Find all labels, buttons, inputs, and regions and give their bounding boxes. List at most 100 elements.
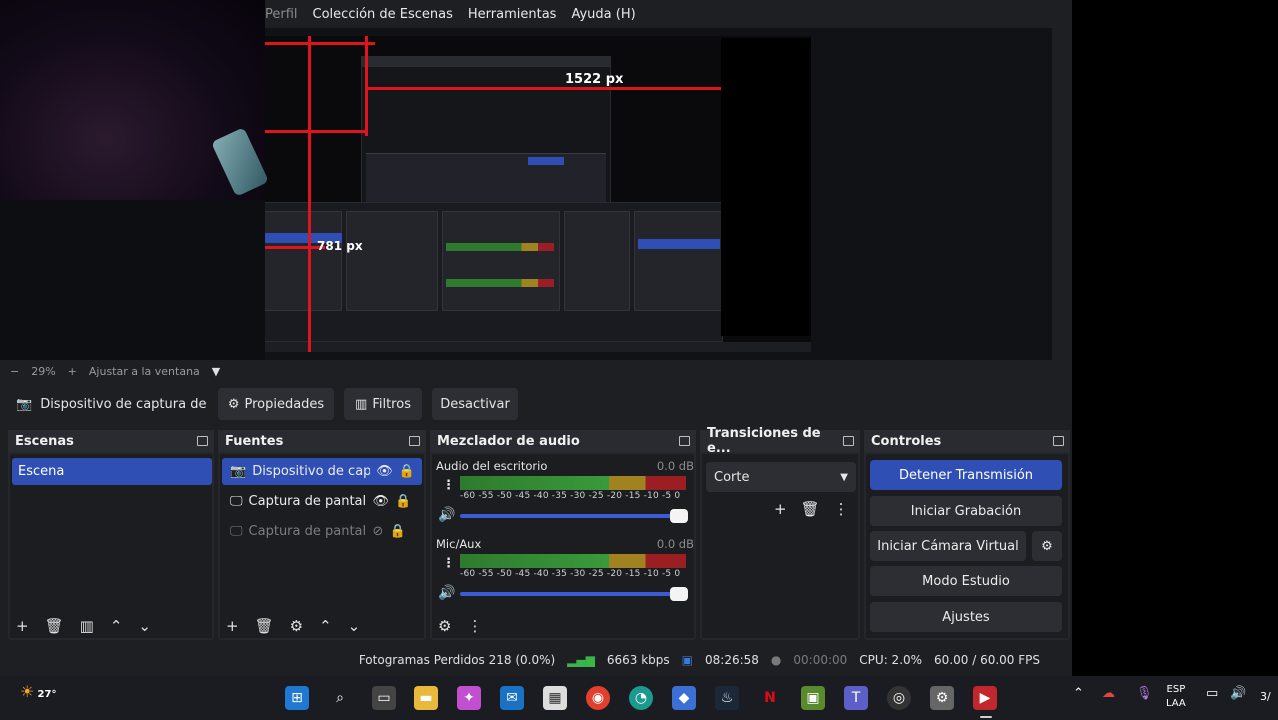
camera-icon: 📷: [230, 464, 247, 479]
undock-icon[interactable]: [843, 436, 854, 446]
source-label: Captura de pantalla: [248, 524, 367, 539]
undock-icon[interactable]: [197, 436, 208, 446]
advanced-audio-icon[interactable]: ⚙: [438, 617, 451, 635]
filter-icon[interactable]: ▥: [80, 617, 94, 635]
zoom-out-button[interactable]: −: [10, 365, 19, 378]
lock-icon[interactable]: 🔒: [399, 464, 415, 479]
source-item[interactable]: 🖵 Captura de pantalla 👁 🔒: [222, 488, 422, 515]
teams-icon[interactable]: T: [844, 686, 868, 710]
task-view-icon[interactable]: ▭: [372, 686, 396, 710]
windows-start-icon[interactable]: ⊞: [285, 686, 309, 710]
transition-select[interactable]: Corte ▼: [706, 462, 856, 492]
rec-icon: ●: [770, 653, 782, 667]
preview-area[interactable]: 1522 px 781 px: [265, 28, 1052, 360]
mail-icon[interactable]: ✉: [500, 686, 524, 710]
store-icon[interactable]: ▦: [543, 686, 567, 710]
clock[interactable]: 3/: [1260, 690, 1271, 703]
undock-icon[interactable]: [409, 436, 420, 446]
virtual-cam-settings-button[interactable]: ⚙: [1032, 531, 1062, 561]
rec-time: 00:00:00: [793, 653, 848, 667]
trash-icon[interactable]: 🗑: [45, 617, 64, 635]
file-explorer-icon[interactable]: ▬: [414, 686, 438, 710]
trash-icon[interactable]: 🗑: [801, 500, 820, 518]
mixer-header: Mezclador de audio: [430, 430, 696, 452]
chevron-down-icon[interactable]: ⌄: [348, 617, 361, 635]
add-icon[interactable]: +: [774, 500, 787, 518]
source-item[interactable]: 🖵 Captura de pantalla ⊘ 🔒: [222, 518, 422, 545]
chevron-up-icon[interactable]: ⌃: [110, 617, 123, 635]
chevron-up-icon[interactable]: ⌃: [319, 617, 332, 635]
copilot-icon[interactable]: ✦: [457, 686, 481, 710]
obs-icon[interactable]: ◎: [887, 686, 911, 710]
zoom-in-button[interactable]: +: [68, 365, 77, 378]
weather-widget[interactable]: ☀ 27°: [20, 682, 56, 701]
measure-label-left: 781 px: [317, 239, 363, 253]
start-recording-button[interactable]: Iniciar Grabación: [870, 496, 1062, 526]
settings-app-icon[interactable]: ⚙: [930, 686, 954, 710]
source-label: Captura de pantalla: [248, 494, 367, 509]
more-icon[interactable]: ⋮: [442, 556, 455, 571]
speaker-icon[interactable]: 🔊: [438, 507, 455, 523]
menu-profile[interactable]: Perfil: [265, 7, 298, 22]
channel-db: 0.0 dB: [656, 537, 694, 551]
start-virtual-cam-button[interactable]: Iniciar Cámara Virtual: [870, 531, 1026, 561]
microphone-image: [211, 127, 269, 197]
search-icon[interactable]: ⌕: [328, 686, 352, 710]
trash-icon[interactable]: 🗑: [255, 617, 274, 635]
language-indicator[interactable]: ESP LAA: [1166, 683, 1186, 711]
scene-item[interactable]: Escena: [12, 458, 212, 485]
app-icon[interactable]: ▶: [973, 686, 997, 710]
zoom-level: 29%: [31, 364, 56, 378]
menu-help[interactable]: Ayuda (H): [571, 7, 635, 22]
slider-knob[interactable]: [670, 587, 688, 601]
undock-icon[interactable]: [1053, 436, 1064, 446]
filters-label: Filtros: [372, 396, 411, 412]
lang-bottom: LAA: [1166, 698, 1186, 709]
source-item[interactable]: 📷 Dispositivo de captu 👁 🔒: [222, 458, 422, 485]
studio-mode-button[interactable]: Modo Estudio: [870, 566, 1062, 596]
microphone-icon[interactable]: 🎙: [1136, 686, 1153, 701]
minecraft-icon[interactable]: ▣: [801, 686, 825, 710]
more-icon[interactable]: ⋮: [834, 500, 849, 518]
filters-button[interactable]: ▥ Filtros: [344, 388, 422, 420]
right-black-area: [1072, 0, 1278, 676]
more-icon[interactable]: ⋮: [442, 478, 455, 493]
speaker-icon[interactable]: 🔊: [438, 585, 455, 601]
lock-icon[interactable]: 🔒: [395, 494, 411, 509]
chevron-down-icon[interactable]: ▼: [212, 365, 220, 378]
monitor-icon: 🖵: [230, 524, 243, 539]
network-icon[interactable]: ▭: [1206, 686, 1218, 701]
eye-off-icon[interactable]: ⊘: [373, 524, 384, 539]
add-icon[interactable]: +: [226, 617, 239, 635]
chevron-down-icon[interactable]: ⌄: [138, 617, 151, 635]
controls-body: Detener Transmisión Iniciar Grabación In…: [866, 454, 1068, 638]
signal-icon: ▂▄▆: [567, 653, 595, 667]
edge-icon[interactable]: ◔: [629, 686, 653, 710]
volume-icon[interactable]: 🔊: [1230, 686, 1246, 701]
stop-stream-button[interactable]: Detener Transmisión: [870, 460, 1062, 490]
menu-scene-collection[interactable]: Colección de Escenas: [313, 7, 453, 22]
undock-icon[interactable]: [679, 436, 690, 446]
eye-icon[interactable]: 👁: [373, 494, 390, 509]
chevron-up-icon[interactable]: ⌃: [1073, 686, 1084, 701]
volume-slider[interactable]: [460, 587, 688, 601]
volume-slider[interactable]: [460, 509, 688, 523]
more-icon[interactable]: ⋮: [467, 617, 482, 635]
deactivate-button[interactable]: Desactivar: [432, 388, 518, 420]
gear-icon[interactable]: ⚙: [290, 617, 303, 635]
steam-icon[interactable]: ♨: [715, 686, 739, 710]
properties-button[interactable]: ⚙ Propiedades: [218, 388, 334, 420]
fit-window-button[interactable]: Ajustar a la ventana: [89, 365, 200, 378]
tray-app-icon[interactable]: ☁: [1102, 686, 1115, 701]
eye-icon[interactable]: 👁: [376, 464, 393, 479]
netflix-icon[interactable]: N: [758, 686, 782, 710]
slider-knob[interactable]: [670, 509, 688, 523]
mixer-toolbar: ⚙ ⋮: [430, 612, 696, 640]
chrome-icon[interactable]: ◉: [586, 686, 610, 710]
lock-icon[interactable]: 🔒: [389, 524, 405, 539]
menu-tools[interactable]: Herramientas: [468, 7, 557, 22]
settings-button[interactable]: Ajustes: [870, 602, 1062, 632]
add-icon[interactable]: +: [16, 617, 29, 635]
transitions-title: Transiciones de e...: [707, 426, 821, 456]
roblox-icon[interactable]: ◆: [672, 686, 696, 710]
